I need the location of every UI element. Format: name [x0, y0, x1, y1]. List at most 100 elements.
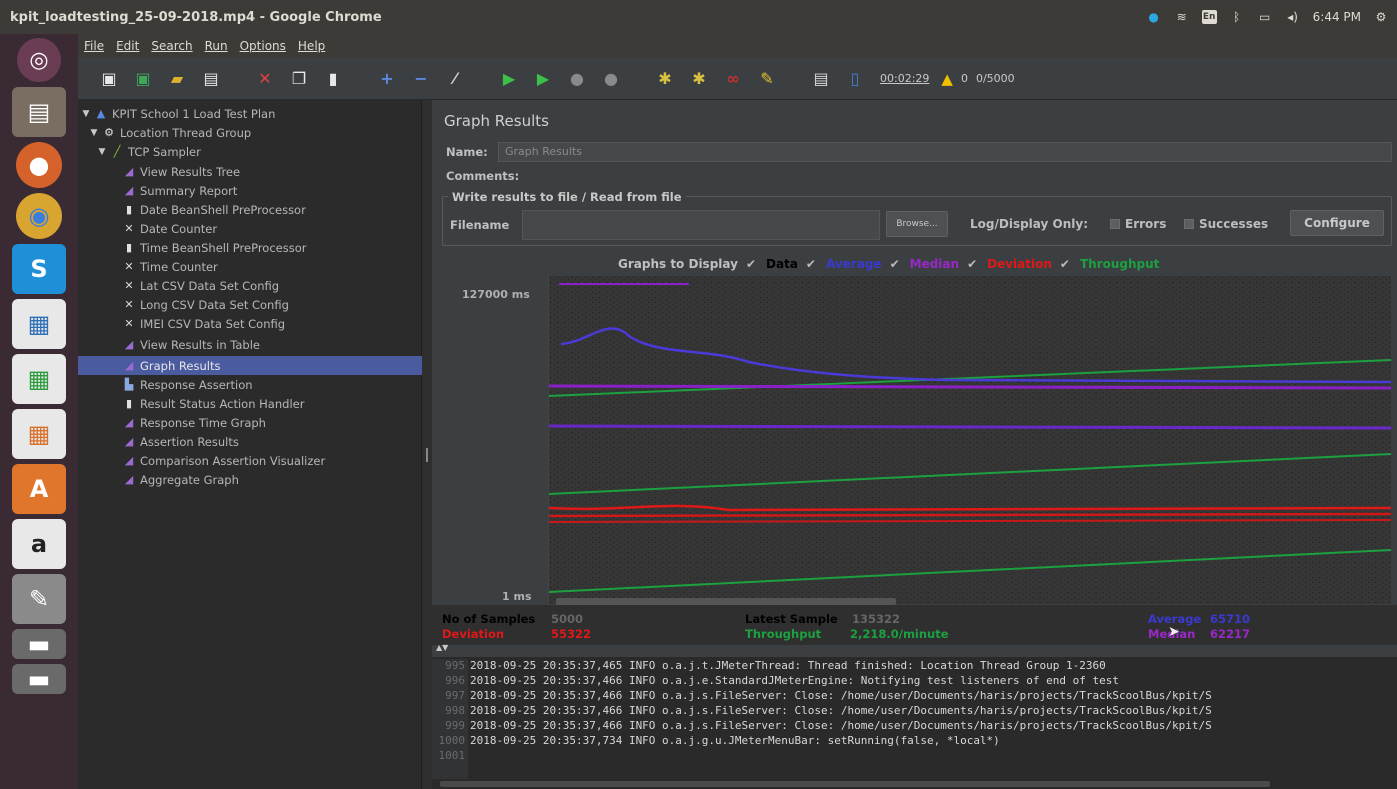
graph-icon: ◢ — [124, 184, 134, 197]
tree-node-result-status-handler[interactable]: ▮ Result Status Action Handler — [122, 394, 304, 413]
median-checkbox[interactable]: ✔ — [890, 257, 900, 271]
impress-icon[interactable]: ▦ — [12, 409, 66, 459]
drive-icon[interactable]: ▬ — [12, 629, 66, 659]
average-value: 65710 — [1210, 612, 1251, 626]
config-icon: ✕ — [124, 279, 134, 292]
results-graph — [548, 276, 1391, 604]
battery-icon[interactable]: ▭ — [1257, 10, 1273, 24]
writer-icon[interactable]: ▦ — [12, 299, 66, 349]
firefox-icon[interactable]: ● — [16, 142, 62, 188]
menu-search[interactable]: Search — [149, 39, 194, 53]
data-checkbox[interactable]: ✔ — [746, 257, 756, 271]
amazon-icon[interactable]: a — [12, 519, 66, 569]
ubuntu-dash-icon[interactable]: ◎ — [17, 38, 61, 82]
tree-node-long-csv[interactable]: ✕ Long CSV Data Set Config — [122, 295, 289, 314]
skype-icon[interactable]: S — [12, 244, 66, 294]
expand-arrow-icon[interactable]: ▼ — [82, 107, 90, 121]
paste-icon[interactable]: ▮ — [320, 66, 346, 92]
log-splitter[interactable] — [432, 645, 1397, 657]
tree-node-imei-csv[interactable]: ✕ IMEI CSV Data Set Config — [122, 314, 285, 333]
file-manager-icon[interactable]: ▤ — [12, 87, 66, 137]
clear-all-icon[interactable]: ✱ — [686, 66, 712, 92]
tree-node-response-assertion[interactable]: ▙ Response Assertion — [122, 375, 253, 394]
expand-arrow-icon[interactable]: ▼ — [90, 126, 98, 140]
start-icon[interactable]: ▶ — [496, 66, 522, 92]
tree-node-summary-report[interactable]: ◢ Summary Report — [122, 181, 238, 200]
tree-node-test-plan[interactable]: ▼ ▲ KPIT School 1 Load Test Plan — [82, 104, 276, 123]
warning-icon[interactable]: ▲ — [941, 70, 953, 88]
name-field[interactable]: Graph Results — [498, 142, 1392, 162]
settings-gear-icon[interactable]: ⚙ — [1373, 10, 1389, 24]
menu-options[interactable]: Options — [238, 39, 288, 53]
test-plan-tree: ▼ ▲ KPIT School 1 Load Test Plan ▼ ⚙ Loc… — [78, 100, 422, 789]
tree-node-view-results-table[interactable]: ◢ View Results in Table — [122, 335, 260, 354]
successes-checkbox[interactable]: Successes — [1184, 217, 1268, 231]
tree-node-time-beanshell[interactable]: ▮ Time BeanShell PreProcessor — [122, 238, 307, 257]
skype-tray-icon[interactable]: ● — [1146, 10, 1162, 24]
menu-help[interactable]: Help — [296, 39, 327, 53]
toggle-icon[interactable]: ⁄ — [442, 66, 468, 92]
wifi-icon[interactable]: ≋ — [1174, 10, 1190, 24]
function-helper-icon[interactable]: ▤ — [808, 66, 834, 92]
tree-node-time-counter[interactable]: ✕ Time Counter — [122, 257, 217, 276]
keyboard-layout-indicator[interactable]: En — [1201, 10, 1217, 24]
tree-node-graph-results[interactable]: ◢ Graph Results — [122, 356, 221, 375]
expand-all-icon[interactable]: + — [374, 66, 400, 92]
clock[interactable]: 6:44 PM — [1313, 10, 1361, 24]
graph-horizontal-scrollbar[interactable] — [556, 598, 896, 605]
configure-button[interactable]: Configure — [1290, 210, 1384, 236]
pane-splitter[interactable] — [422, 100, 432, 789]
average-checkbox[interactable]: ✔ — [806, 257, 816, 271]
successes-checkbox-box[interactable] — [1184, 219, 1194, 229]
tree-node-date-beanshell[interactable]: ▮ Date BeanShell PreProcessor — [122, 200, 306, 219]
tree-node-lat-csv[interactable]: ✕ Lat CSV Data Set Config — [122, 276, 279, 295]
tree-node-date-counter[interactable]: ✕ Date Counter — [122, 219, 217, 238]
volume-icon[interactable]: ◂) — [1285, 10, 1301, 24]
splitter-handle-icon[interactable] — [426, 448, 428, 462]
browse-button[interactable]: Browse... — [886, 211, 948, 237]
filename-input[interactable] — [522, 210, 880, 240]
throughput-checkbox[interactable]: ✔ — [1060, 257, 1070, 271]
chrome-icon[interactable]: ◉ — [16, 193, 62, 239]
collapse-all-icon[interactable]: − — [408, 66, 434, 92]
system-settings-icon[interactable]: ✎ — [12, 574, 66, 624]
bluetooth-icon[interactable]: ᛒ — [1229, 10, 1245, 24]
errors-checkbox[interactable]: Errors — [1110, 217, 1166, 231]
tree-node-response-time-graph[interactable]: ◢ Response Time Graph — [122, 413, 266, 432]
reset-search-icon[interactable]: ✎ — [754, 66, 780, 92]
menu-edit[interactable]: Edit — [114, 39, 141, 53]
open-icon[interactable]: ▰ — [164, 66, 190, 92]
splitter-arrows-icon[interactable]: ▲▼ — [436, 643, 448, 652]
window-title-bar: kpit_loadtesting_25-09-2018.mp4 - Google… — [0, 0, 1397, 34]
new-icon[interactable]: ▣ — [96, 66, 122, 92]
cut-icon[interactable]: ✕ — [252, 66, 278, 92]
graph-icon: ◢ — [124, 435, 134, 448]
help-icon[interactable]: ▯ — [842, 66, 868, 92]
save-icon[interactable]: ▤ — [198, 66, 224, 92]
drive-icon-2[interactable]: ▬ — [12, 664, 66, 694]
binoculars-icon[interactable]: ∞ — [720, 66, 746, 92]
menu-run[interactable]: Run — [203, 39, 230, 53]
comments-field[interactable] — [528, 166, 1392, 186]
expand-arrow-icon[interactable]: ▼ — [98, 145, 106, 159]
deviation-checkbox[interactable]: ✔ — [967, 257, 977, 271]
log-horizontal-scrollbar[interactable] — [440, 781, 1270, 787]
calc-icon[interactable]: ▦ — [12, 354, 66, 404]
templates-icon[interactable]: ▣ — [130, 66, 156, 92]
graphs-to-display-row: Graphs to Display ✔ Data ✔ Average ✔ Med… — [618, 255, 1159, 273]
stop-icon[interactable]: ● — [564, 66, 590, 92]
software-center-icon[interactable]: A — [12, 464, 66, 514]
menu-file[interactable]: File — [82, 39, 106, 53]
tree-node-tcp-sampler[interactable]: ▼ ╱ TCP Sampler — [98, 142, 201, 161]
copy-icon[interactable]: ❐ — [286, 66, 312, 92]
start-no-pauses-icon[interactable]: ▶ — [530, 66, 556, 92]
tree-node-thread-group[interactable]: ▼ ⚙ Location Thread Group — [90, 123, 252, 142]
errors-checkbox-box[interactable] — [1110, 219, 1120, 229]
clear-icon[interactable]: ✱ — [652, 66, 678, 92]
tree-node-comparison-assertion[interactable]: ◢ Comparison Assertion Visualizer — [122, 451, 325, 470]
tree-node-view-results-tree[interactable]: ◢ View Results Tree — [122, 162, 240, 181]
tree-node-assertion-results[interactable]: ◢ Assertion Results — [122, 432, 239, 451]
tree-node-aggregate-graph[interactable]: ◢ Aggregate Graph — [122, 470, 239, 489]
log-viewer[interactable]: 995 2018-09-25 20:35:37,465 INFO o.a.j.t… — [432, 657, 1397, 789]
shutdown-icon[interactable]: ● — [598, 66, 624, 92]
